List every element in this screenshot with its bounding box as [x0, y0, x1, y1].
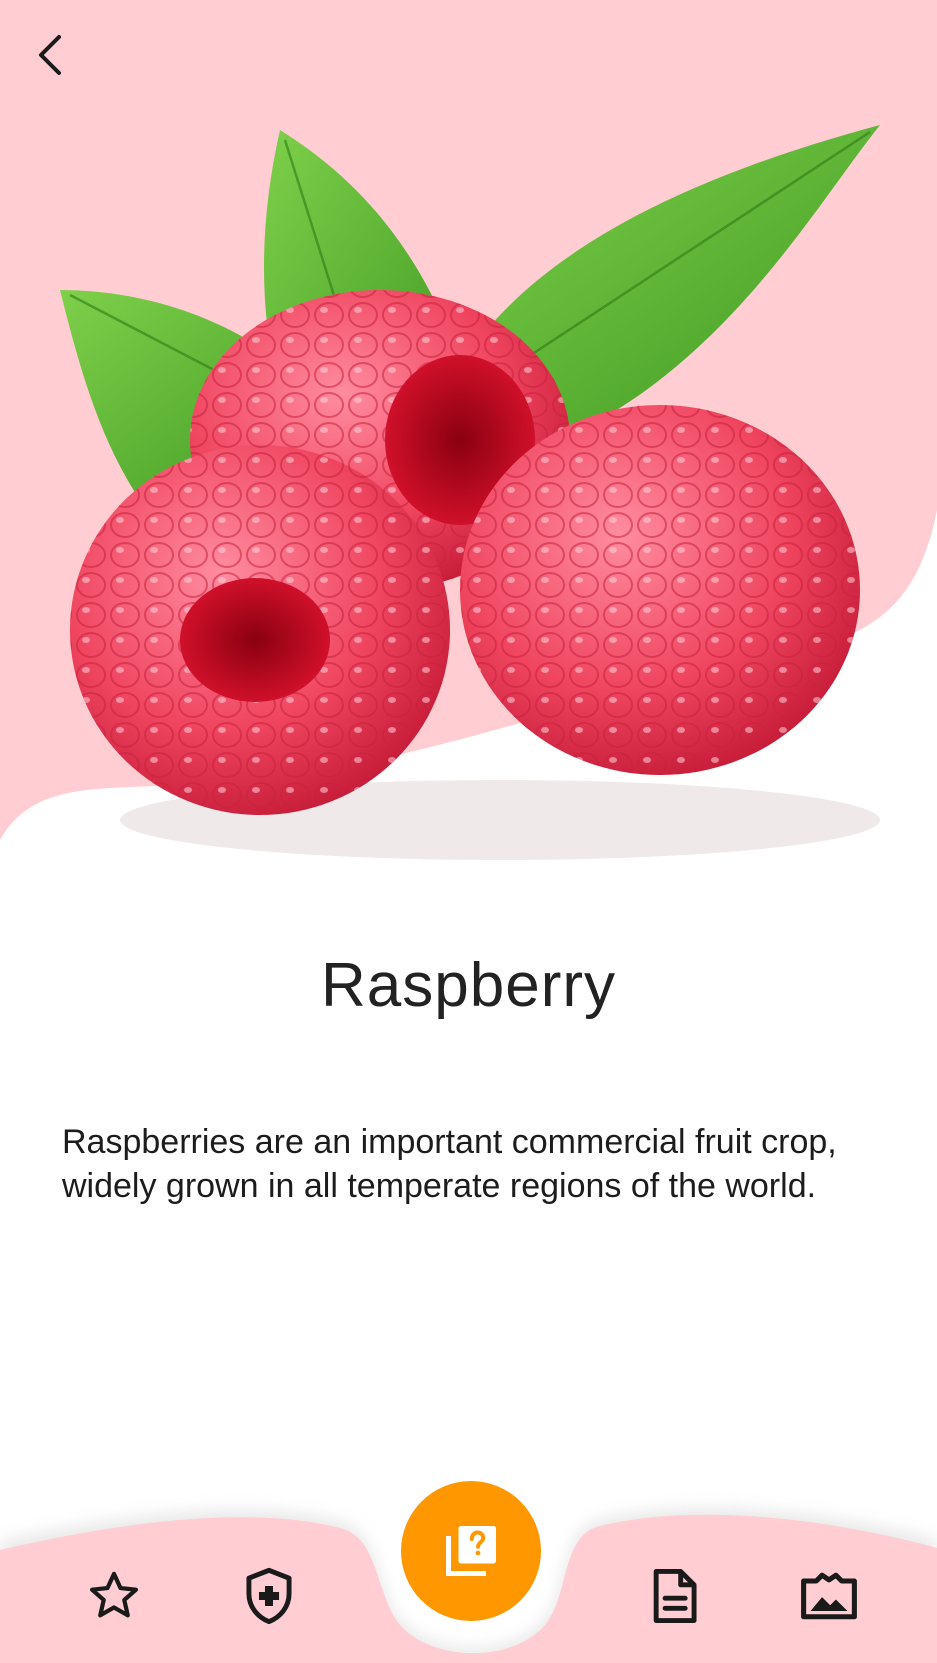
fruit-description: Raspberries are an important commercial … — [62, 1123, 837, 1205]
quiz-button[interactable] — [401, 1481, 541, 1621]
raspberry-image — [60, 125, 880, 860]
shield-plus-icon — [246, 1567, 292, 1625]
page-title: Raspberry — [321, 951, 616, 1020]
nav-favorites-button[interactable] — [82, 1564, 146, 1628]
star-icon — [89, 1571, 139, 1618]
nav-gallery-button[interactable] — [797, 1564, 861, 1628]
back-button[interactable] — [28, 28, 72, 82]
chevron-left-icon — [39, 35, 61, 75]
nav-details-button[interactable] — [642, 1564, 706, 1628]
document-icon — [653, 1569, 697, 1623]
quiz-icon — [446, 1526, 496, 1576]
nav-health-button[interactable] — [237, 1564, 301, 1628]
gallery-icon — [801, 1572, 857, 1620]
